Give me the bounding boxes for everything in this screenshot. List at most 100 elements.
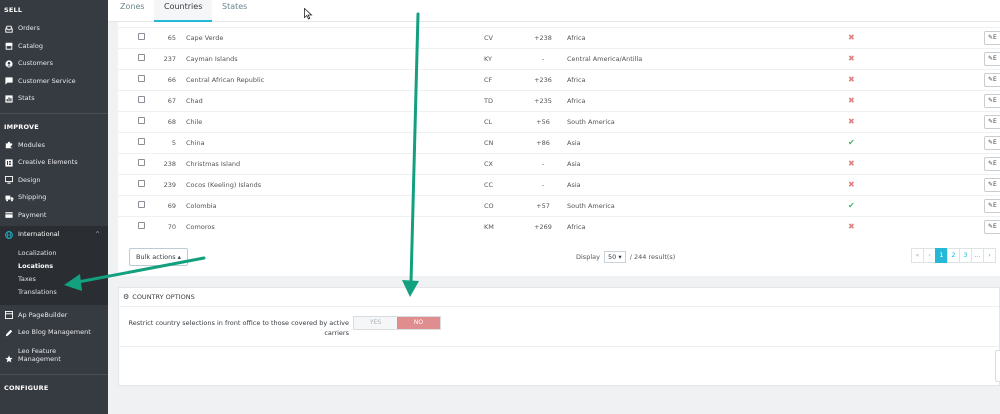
- sidebar-subitem-localization[interactable]: Localization: [0, 247, 108, 260]
- restrict-country-label: Restrict country selections in front off…: [128, 319, 349, 337]
- row-checkbox[interactable]: [138, 54, 145, 61]
- call-prefix: +235: [534, 97, 552, 105]
- switch-yes[interactable]: YES: [354, 317, 397, 329]
- zone-name: Africa: [567, 34, 586, 42]
- puzzle-icon: [4, 141, 14, 149]
- call-prefix: -: [541, 181, 545, 189]
- sidebar-subitem-translations[interactable]: Translations: [0, 286, 108, 299]
- row-checkbox[interactable]: [138, 75, 145, 82]
- sidebar-item-modules[interactable]: Modules: [0, 137, 108, 155]
- sidebar-item-label: International: [18, 230, 60, 238]
- edit-button[interactable]: ✎E: [984, 73, 1000, 87]
- panel-title: COUNTRY OPTIONS: [132, 292, 195, 301]
- countries-table: 65 Cape Verde CV +238 Africa ✖ ✎E 237 Cayman Isl…: [118, 22, 1000, 276]
- call-prefix: +57: [536, 202, 550, 210]
- call-prefix: +236: [534, 76, 552, 84]
- sidebar-item-design[interactable]: Design: [0, 172, 108, 190]
- row-checkbox[interactable]: [138, 33, 145, 40]
- sidebar-subitem-locations[interactable]: Locations: [0, 260, 108, 273]
- tab-countries[interactable]: Countries: [154, 0, 213, 22]
- sidebar-item-label: Shipping: [18, 193, 47, 201]
- cross-icon[interactable]: ✖: [848, 117, 855, 126]
- edit-button[interactable]: ✎E: [984, 136, 1000, 150]
- sidebar-item-creative-elements[interactable]: Creative Elements: [0, 154, 108, 172]
- sidebar-item-stats[interactable]: Stats: [0, 90, 108, 108]
- cogs-icon: ⚙: [123, 292, 130, 301]
- restrict-country-switch[interactable]: YES NO: [353, 316, 441, 330]
- check-icon[interactable]: ✔: [848, 201, 855, 210]
- tab-zones[interactable]: Zones: [120, 0, 145, 22]
- sidebar-item-payment[interactable]: Payment: [0, 207, 108, 225]
- sidebar-item-catalog[interactable]: Catalog: [0, 38, 108, 56]
- edit-button[interactable]: ✎E: [984, 31, 1000, 45]
- divider: [0, 373, 108, 375]
- country-id: 5: [171, 139, 176, 147]
- row-checkbox[interactable]: [138, 159, 145, 166]
- table-row: 68 Chile CL +56 South America ✖ ✎E: [118, 111, 1000, 132]
- edit-button[interactable]: ✎E: [984, 178, 1000, 192]
- iso-code: CV: [484, 34, 493, 42]
- sidebar-item-customers[interactable]: Customers: [0, 55, 108, 73]
- iso-code: KY: [484, 55, 493, 63]
- chevron-up-icon: ^: [94, 231, 100, 238]
- row-checkbox[interactable]: [138, 96, 145, 103]
- zone-name: South America: [567, 202, 615, 210]
- edit-button[interactable]: ✎E: [984, 157, 1000, 171]
- edit-button[interactable]: ✎E: [984, 220, 1000, 234]
- country-id: 70: [167, 223, 176, 231]
- cross-icon[interactable]: ✖: [848, 75, 855, 84]
- edit-button[interactable]: ✎E: [984, 115, 1000, 129]
- country-name: Cocos (Keeling) Islands: [186, 181, 262, 189]
- cross-icon[interactable]: ✖: [848, 180, 855, 189]
- switch-no[interactable]: NO: [397, 317, 440, 329]
- row-checkbox[interactable]: [138, 222, 145, 229]
- country-name: Cape Verde: [186, 34, 224, 42]
- row-checkbox[interactable]: [138, 117, 145, 124]
- edit-button[interactable]: ✎E: [984, 52, 1000, 66]
- row-checkbox[interactable]: [138, 180, 145, 187]
- row-checkbox[interactable]: [138, 138, 145, 145]
- zone-name: South America: [567, 118, 615, 126]
- chart-icon: [4, 95, 14, 103]
- call-prefix: -: [541, 55, 545, 63]
- sidebar-item-shipping[interactable]: Shipping: [0, 189, 108, 207]
- layout-icon: [4, 311, 14, 320]
- caret-down-icon: ▾: [618, 253, 622, 261]
- edit-button[interactable]: ✎E: [984, 94, 1000, 108]
- sidebar-item-leo-blog[interactable]: Leo Blog Management: [0, 324, 108, 342]
- check-icon[interactable]: ✔: [848, 138, 855, 147]
- cross-icon[interactable]: ✖: [848, 222, 855, 231]
- country-id: 239: [163, 181, 176, 189]
- truck-icon: [4, 194, 14, 202]
- cross-icon[interactable]: ✖: [848, 54, 855, 63]
- country-id: 237: [163, 55, 176, 63]
- sidebar-item-label: Design: [18, 175, 41, 184]
- iso-code: TD: [484, 97, 493, 105]
- sidebar-item-ap-pagebuilder[interactable]: Ap PageBuilder: [0, 307, 108, 325]
- save-button[interactable]: [995, 350, 1000, 382]
- result-count: / 244 result(s): [629, 253, 676, 261]
- sidebar-item-label: Payment: [18, 210, 47, 219]
- tab-bar: Zones Countries States: [108, 0, 1000, 22]
- sidebar-subitem-taxes[interactable]: Taxes: [0, 273, 108, 286]
- sidebar-item-international[interactable]: International ^: [0, 226, 108, 244]
- country-name: Central African Republic: [186, 76, 265, 84]
- sidebar-item-leo-feature[interactable]: Leo Feature Management: [0, 342, 108, 368]
- cross-icon[interactable]: ✖: [848, 96, 855, 105]
- zone-name: Asia: [567, 139, 581, 147]
- sidebar-item-orders[interactable]: Orders: [0, 20, 108, 38]
- cross-icon[interactable]: ✖: [848, 33, 855, 42]
- elements-icon: [4, 159, 14, 167]
- iso-code: CN: [484, 139, 494, 147]
- row-checkbox[interactable]: [138, 201, 145, 208]
- per-page-select[interactable]: 50 ▾: [604, 251, 626, 263]
- bulk-actions-button[interactable]: Bulk actions ▴: [129, 248, 188, 266]
- store-icon: [4, 42, 14, 50]
- pagination-item[interactable]: ›: [983, 248, 996, 263]
- tab-states[interactable]: States: [222, 0, 247, 22]
- cross-icon[interactable]: ✖: [848, 159, 855, 168]
- zone-name: Africa: [567, 97, 586, 105]
- sidebar-item-customer-service[interactable]: Customer Service: [0, 73, 108, 91]
- panel-footer: [119, 346, 999, 347]
- edit-button[interactable]: ✎E: [984, 199, 1000, 213]
